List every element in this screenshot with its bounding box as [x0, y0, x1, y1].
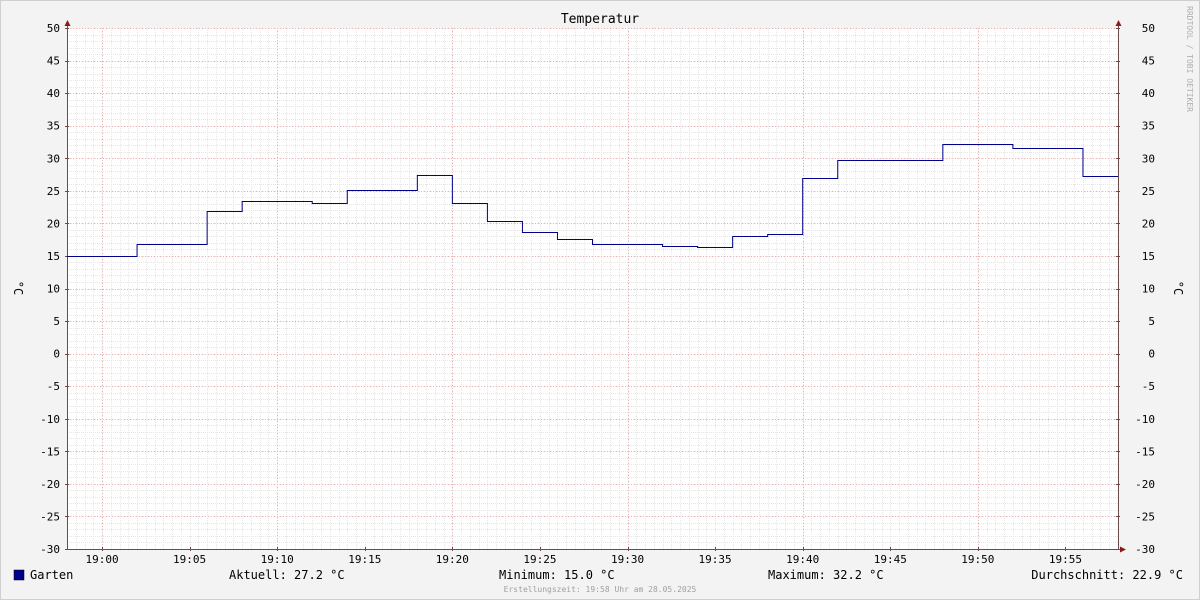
- y-tick-label-left: 0: [53, 348, 60, 361]
- y-tick-label-right: 45: [1142, 55, 1155, 68]
- legend-series-name: Garten: [30, 568, 73, 582]
- x-tick-label: 19:50: [961, 553, 994, 566]
- y-tick-label-left: -25: [40, 510, 60, 523]
- y-tick-label-left: 40: [47, 87, 60, 100]
- y-tick-label-right: -5: [1142, 380, 1155, 393]
- x-tick-label: 19:05: [173, 553, 206, 566]
- y-tick-label-right: -20: [1135, 478, 1155, 491]
- y-tick-label-left: -20: [40, 478, 60, 491]
- y-tick-label-right: 15: [1142, 250, 1155, 263]
- y-tick-label-left: 35: [47, 120, 60, 133]
- x-tick-label: 19:35: [699, 553, 732, 566]
- legend-maximum: Maximum: 32.2 °C: [768, 568, 884, 582]
- x-tick-label: 19:20: [436, 553, 469, 566]
- footer-creation-time: Erstellungszeit: 19:58 Uhr am 28.05.2025: [504, 585, 697, 594]
- x-tick-label: 19:45: [874, 553, 907, 566]
- x-tick-label: 19:55: [1049, 553, 1082, 566]
- y-tick-label-right: 0: [1148, 348, 1155, 361]
- y-axis-label-left: °C: [11, 281, 25, 295]
- y-tick-label-left: -5: [47, 380, 60, 393]
- y-tick-label-right: 50: [1142, 22, 1155, 35]
- y-tick-label-left: 15: [47, 250, 60, 263]
- y-tick-label-left: 20: [47, 217, 60, 230]
- y-tick-label-left: 25: [47, 185, 60, 198]
- y-tick-label-right: 35: [1142, 120, 1155, 133]
- x-tick-label: 19:30: [611, 553, 644, 566]
- y-tick-label-left: 50: [47, 22, 60, 35]
- y-tick-label-right: 20: [1142, 217, 1155, 230]
- legend-current: Aktuell: 27.2 °C: [229, 568, 345, 582]
- y-tick-label-left: 30: [47, 152, 60, 165]
- y-tick-label-left: 10: [47, 283, 60, 296]
- y-tick-label-left: -10: [40, 413, 60, 426]
- y-tick-label-right: 25: [1142, 185, 1155, 198]
- legend-minimum: Minimum: 15.0 °C: [499, 568, 615, 582]
- x-tick-label: 19:25: [523, 553, 556, 566]
- chart-title: Temperatur: [561, 12, 639, 27]
- y-tick-label-right: -30: [1135, 543, 1155, 556]
- rrdtool-watermark: RRDTOOL / TOBI OETIKER: [1185, 6, 1194, 112]
- x-tick-label: 19:00: [85, 553, 118, 566]
- y-tick-label-right: 30: [1142, 152, 1155, 165]
- y-tick-label-right: 5: [1148, 315, 1155, 328]
- x-tick-label: 19:10: [261, 553, 294, 566]
- legend-average: Durchschnitt: 22.9 °C: [1031, 568, 1183, 582]
- y-tick-label-left: 5: [53, 315, 60, 328]
- y-tick-label-left: -30: [40, 543, 60, 556]
- legend-swatch-garten: [13, 569, 25, 581]
- x-tick-label: 19:15: [348, 553, 381, 566]
- y-tick-label-right: 10: [1142, 283, 1155, 296]
- y-tick-label-right: -15: [1135, 445, 1155, 458]
- y-tick-label-right: 40: [1142, 87, 1155, 100]
- y-tick-label-left: -15: [40, 445, 60, 458]
- y-axis-label-right: °C: [1171, 281, 1185, 295]
- temperature-chart: 50454035302520151050-5-10-15-20-25-30 50…: [0, 0, 1200, 600]
- y-tick-label-right: -25: [1135, 510, 1155, 523]
- x-tick-label: 19:40: [786, 553, 819, 566]
- y-tick-label-left: 45: [47, 55, 60, 68]
- y-tick-label-right: -10: [1135, 413, 1155, 426]
